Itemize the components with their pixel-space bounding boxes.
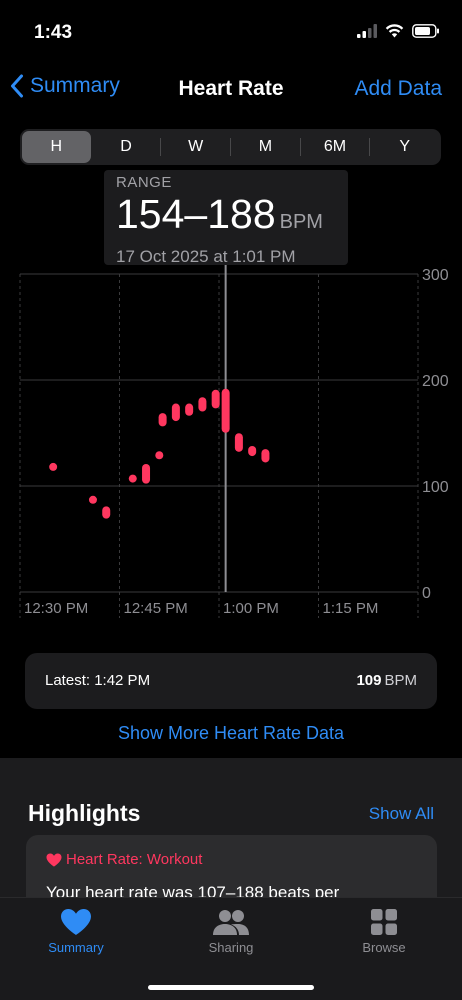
tab-browse[interactable]: Browse [329, 908, 439, 955]
latest-value-row: 109 BPM [356, 672, 417, 689]
x-tick-label: 1:15 PM [323, 600, 379, 617]
heart-rate-point [261, 449, 270, 463]
heart-rate-point [211, 389, 220, 409]
segment-day[interactable]: D [92, 131, 161, 163]
heart-rate-point [248, 445, 257, 457]
battery-icon [412, 24, 439, 38]
heart-icon [61, 909, 91, 935]
tooltip-value: 154–188 [116, 191, 276, 237]
tab-browse-label: Browse [362, 940, 406, 955]
heart-rate-point [198, 397, 207, 412]
status-icons [357, 24, 440, 38]
status-time: 1:43 [34, 22, 73, 43]
tooltip-unit: BPM [279, 211, 323, 233]
tooltip-label: RANGE [116, 174, 172, 191]
tab-summary[interactable]: Summary [21, 908, 131, 955]
segment-month[interactable]: M [231, 131, 300, 163]
home-indicator [148, 985, 314, 990]
x-tick-label: 12:30 PM [24, 600, 88, 617]
heart-rate-point [155, 451, 164, 460]
heart-rate-point [88, 495, 97, 504]
segment-six-months[interactable]: 6M [301, 131, 370, 163]
heart-rate-point [221, 388, 230, 433]
y-tick-label: 0 [422, 585, 431, 602]
latest-label: Latest: 1:42 PM [45, 672, 151, 689]
tab-bar: Summary Sharing Browse [0, 897, 462, 1000]
y-tick-label: 300 [422, 267, 449, 284]
selection-tooltip: RANGE 154–188 BPM 17 Oct 2025 at 1:01 PM [104, 170, 348, 266]
highlights-title: Highlights [28, 800, 141, 826]
y-tick-label: 200 [422, 373, 449, 390]
time-range-segmented-control: H D W M 6M Y [20, 129, 441, 165]
navigation-bar: Summary Heart Rate Add Data [0, 64, 462, 116]
wifi-icon [385, 24, 404, 38]
heart-rate-point [49, 462, 58, 471]
heart-rate-point [234, 433, 243, 452]
tab-sharing-label: Sharing [208, 940, 254, 955]
heart-icon [46, 853, 62, 866]
status-bar: 1:43 [0, 0, 462, 64]
back-button[interactable]: Summary [10, 74, 120, 98]
segment-hour[interactable]: H [22, 131, 91, 163]
tab-sharing[interactable]: Sharing [176, 908, 286, 955]
heart-rate-point [185, 403, 194, 416]
x-tick-label: 1:00 PM [223, 600, 279, 617]
grid-icon [371, 909, 397, 935]
heart-rate-point [142, 463, 151, 484]
highlight-card-title: Heart Rate: Workout [66, 851, 203, 868]
add-data-button[interactable]: Add Data [354, 77, 442, 101]
heart-rate-point [102, 506, 111, 519]
latest-unit: BPM [384, 672, 417, 689]
tooltip-date: 17 Oct 2025 at 1:01 PM [116, 247, 296, 266]
cellular-signal-icon [357, 24, 377, 38]
people-icon [213, 910, 249, 935]
show-all-link[interactable]: Show All [369, 804, 434, 824]
tab-summary-label: Summary [48, 940, 104, 955]
segment-year[interactable]: Y [370, 131, 439, 163]
highlight-card-title-row: Heart Rate: Workout [46, 851, 202, 868]
heart-rate-point [128, 474, 137, 483]
heart-rate-chart[interactable]: 0 100 200 300 12:30 PM 12:45 PM 1:00 PM 1:15 PM [0, 262, 462, 622]
x-tick-label: 12:45 PM [124, 600, 188, 617]
y-tick-label: 100 [422, 479, 449, 496]
segment-week[interactable]: W [161, 131, 230, 163]
latest-value: 109 [356, 672, 382, 689]
heart-rate-point [158, 413, 167, 427]
heart-rate-point [171, 403, 180, 422]
tooltip-value-row: 154–188 BPM [116, 191, 336, 245]
chevron-left-icon [11, 74, 23, 98]
latest-reading-card[interactable]: Latest: 1:42 PM 109 BPM [25, 653, 437, 709]
show-more-heart-rate-link[interactable]: Show More Heart Rate Data [0, 723, 462, 744]
back-button-label: Summary [30, 74, 120, 97]
